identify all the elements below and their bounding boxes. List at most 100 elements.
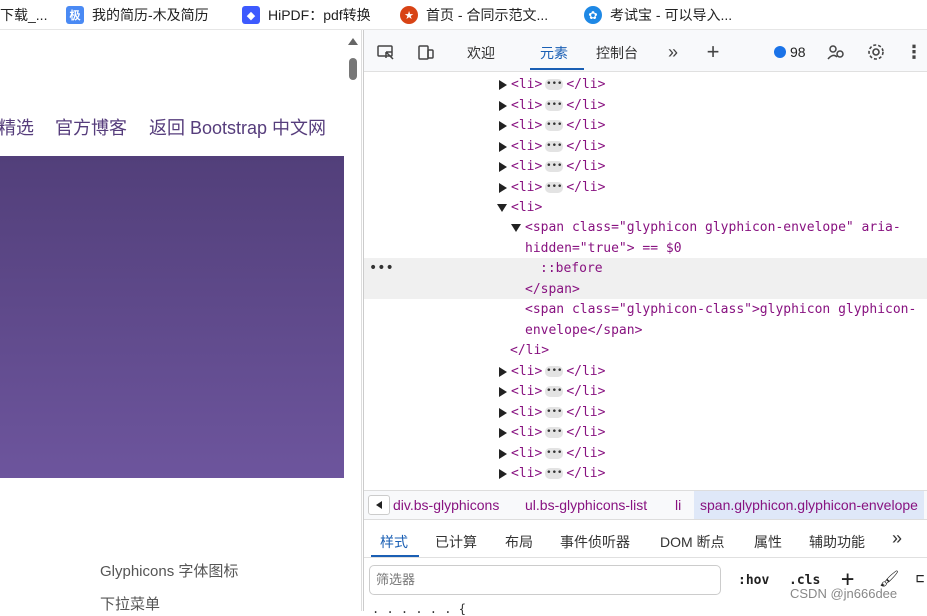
hov-button[interactable]: :hov (738, 573, 769, 588)
expand-arrow-icon[interactable] (499, 182, 507, 193)
devtools-panel: 欢迎 元素 控制台 » + 98 ⋮ <li> ••• </li> <li> ••• <… (363, 30, 927, 616)
ellipsis-icon[interactable]: ••• (545, 407, 564, 418)
more-subtabs-icon[interactable]: » (892, 528, 902, 549)
expand-arrow-icon[interactable] (499, 468, 507, 479)
tab-properties[interactable]: 属性 (754, 532, 782, 552)
ellipsis-icon[interactable]: ••• (545, 161, 564, 172)
more-options-icon[interactable]: ⋮ (904, 42, 924, 62)
expand-arrow-icon[interactable] (499, 79, 507, 90)
ellipsis-icon[interactable]: ••• (545, 79, 564, 90)
expand-arrow-icon[interactable] (499, 141, 507, 152)
scroll-thumb[interactable] (349, 58, 357, 80)
dom-row-li[interactable]: <li> ••• </li> (499, 178, 605, 199)
issues-badge[interactable]: 98 (774, 44, 806, 60)
collapse-arrow-icon[interactable] (497, 203, 507, 212)
node-actions-icon[interactable]: ••• (369, 260, 394, 276)
bookmark-label: HiPDF：pdf转换 (268, 7, 371, 23)
dom-row-li-close[interactable]: </li> (510, 341, 549, 362)
dom-row-li[interactable]: <li> ••• </li> (499, 382, 605, 403)
ellipsis-icon[interactable]: ••• (545, 141, 564, 152)
tab-elements[interactable]: 元素 (540, 43, 568, 63)
hipdf-icon: ◆ (242, 6, 260, 24)
expand-arrow-icon[interactable] (499, 407, 507, 418)
expand-arrow-icon[interactable] (499, 427, 507, 438)
dom-row-li[interactable]: <li> ••• </li> (499, 116, 605, 137)
dom-row-span-class-cont[interactable]: envelope</span> (525, 321, 642, 342)
dom-row-li[interactable]: <li> ••• </li> (499, 157, 605, 178)
dom-row-span-close[interactable]: </span> (525, 280, 580, 301)
bookmark-2[interactable]: 极 我的简历-木及简历 (66, 0, 209, 30)
tab-event-listeners[interactable]: 事件侦听器 (560, 532, 630, 552)
scroll-up-arrow-icon[interactable] (348, 38, 358, 45)
style-rule-partial: . . . . . . { (372, 602, 466, 616)
nav-link-featured[interactable]: 精选 (0, 114, 34, 140)
tab-console[interactable]: 控制台 (596, 43, 638, 63)
breadcrumb-item-selected[interactable]: span.glyphicon.glyphicon-envelope (694, 491, 924, 519)
bookmark-5[interactable]: ✿ 考试宝 - 可以导入... (584, 0, 732, 30)
add-tab-icon[interactable]: + (703, 41, 723, 63)
bookmark-label: 考试宝 - 可以导入... (610, 7, 733, 23)
dom-row-li[interactable]: <li> ••• </li> (499, 75, 605, 96)
tab-styles[interactable]: 样式 (380, 532, 408, 552)
nav-link-home[interactable]: 返回 Bootstrap 中文网 (149, 114, 326, 140)
expand-arrow-icon[interactable] (499, 386, 507, 397)
expand-arrow-icon[interactable] (499, 448, 507, 459)
dom-row-span-selected[interactable]: <span class="glyphicon glyphicon-envelop… (511, 218, 901, 239)
sidebar-link-glyphicons[interactable]: Glyphicons 字体图标 (100, 560, 238, 581)
page-scrollbar[interactable] (344, 30, 362, 611)
ellipsis-icon[interactable]: ••• (545, 468, 564, 479)
dom-row-pseudo-before[interactable]: ::before (540, 259, 603, 280)
expand-arrow-icon[interactable] (499, 161, 507, 172)
breadcrumb-scroll-left-icon[interactable] (368, 495, 390, 515)
dom-row-span-class[interactable]: <span class="glyphicon-class">glyphicon … (525, 300, 916, 321)
breadcrumb-item[interactable]: ul.bs-glyphicons-list (525, 497, 647, 513)
issues-count: 98 (790, 44, 806, 60)
dom-row-li[interactable]: <li> ••• </li> (499, 137, 605, 158)
ellipsis-icon[interactable]: ••• (545, 120, 564, 131)
tab-welcome[interactable]: 欢迎 (467, 43, 495, 63)
bookmark-1[interactable]: 下载_... (0, 0, 47, 30)
dom-row-span-selected-cont[interactable]: hidden="true"> == $0 (525, 239, 682, 260)
ellipsis-icon[interactable]: ••• (545, 386, 564, 397)
collapse-arrow-icon[interactable] (511, 223, 521, 232)
breadcrumb-item[interactable]: div.bs-glyphicons (393, 497, 499, 513)
ellipsis-icon[interactable]: ••• (545, 448, 564, 459)
dom-row-li[interactable]: <li> ••• </li> (499, 403, 605, 424)
nav-link-blog[interactable]: 官方博客 (55, 114, 127, 140)
bookmark-3[interactable]: ◆ HiPDF：pdf转换 (242, 0, 371, 30)
dom-row-li[interactable]: <li> ••• </li> (499, 444, 605, 465)
tab-layout[interactable]: 布局 (505, 532, 533, 552)
dom-row-li[interactable]: <li> ••• </li> (499, 423, 605, 444)
sidebar-link-dropdowns[interactable]: 下拉菜单 (100, 593, 160, 611)
inspect-element-icon[interactable] (376, 42, 396, 62)
bookmark-4[interactable]: ★ 首页 - 合同示范文... (400, 0, 548, 30)
expand-arrow-icon[interactable] (499, 100, 507, 111)
expand-arrow-icon[interactable] (499, 120, 507, 131)
page-viewport: 精选 官方博客 返回 Bootstrap 中文网 Glyphicons 字体图标… (0, 30, 362, 611)
devtools-toolbar: 欢迎 元素 控制台 » + 98 ⋮ (364, 30, 927, 72)
resume-icon: 极 (66, 6, 84, 24)
settings-gear-icon[interactable] (866, 42, 886, 62)
sidebar-toggle-icon[interactable]: ⊏ (916, 571, 924, 587)
dom-row-li[interactable]: <li> ••• </li> (499, 464, 605, 485)
ellipsis-icon[interactable]: ••• (545, 100, 564, 111)
active-tab-indicator (530, 68, 584, 70)
active-subtab-indicator (371, 555, 419, 557)
breadcrumb-item[interactable]: li (675, 497, 681, 513)
bookmark-label: 我的简历-木及简历 (92, 7, 209, 23)
feedback-icon[interactable] (826, 42, 846, 62)
expand-arrow-icon[interactable] (499, 366, 507, 377)
dom-row-li[interactable]: <li> ••• </li> (499, 96, 605, 117)
tab-dom-breakpoints[interactable]: DOM 断点 (660, 532, 725, 552)
tab-accessibility[interactable]: 辅助功能 (809, 532, 865, 552)
ellipsis-icon[interactable]: ••• (545, 366, 564, 377)
device-toolbar-icon[interactable] (416, 42, 436, 62)
styles-filter-input[interactable]: 筛选器 (369, 565, 721, 595)
ellipsis-icon[interactable]: ••• (545, 182, 564, 193)
more-tabs-icon[interactable]: » (663, 42, 683, 62)
dom-row-li-expanded[interactable]: <li> (497, 198, 542, 219)
dom-breadcrumbs: div.bs-glyphicons ul.bs-glyphicons-list … (364, 490, 927, 520)
dom-row-li[interactable]: <li> ••• </li> (499, 362, 605, 383)
tab-computed[interactable]: 已计算 (435, 532, 477, 552)
ellipsis-icon[interactable]: ••• (545, 427, 564, 438)
